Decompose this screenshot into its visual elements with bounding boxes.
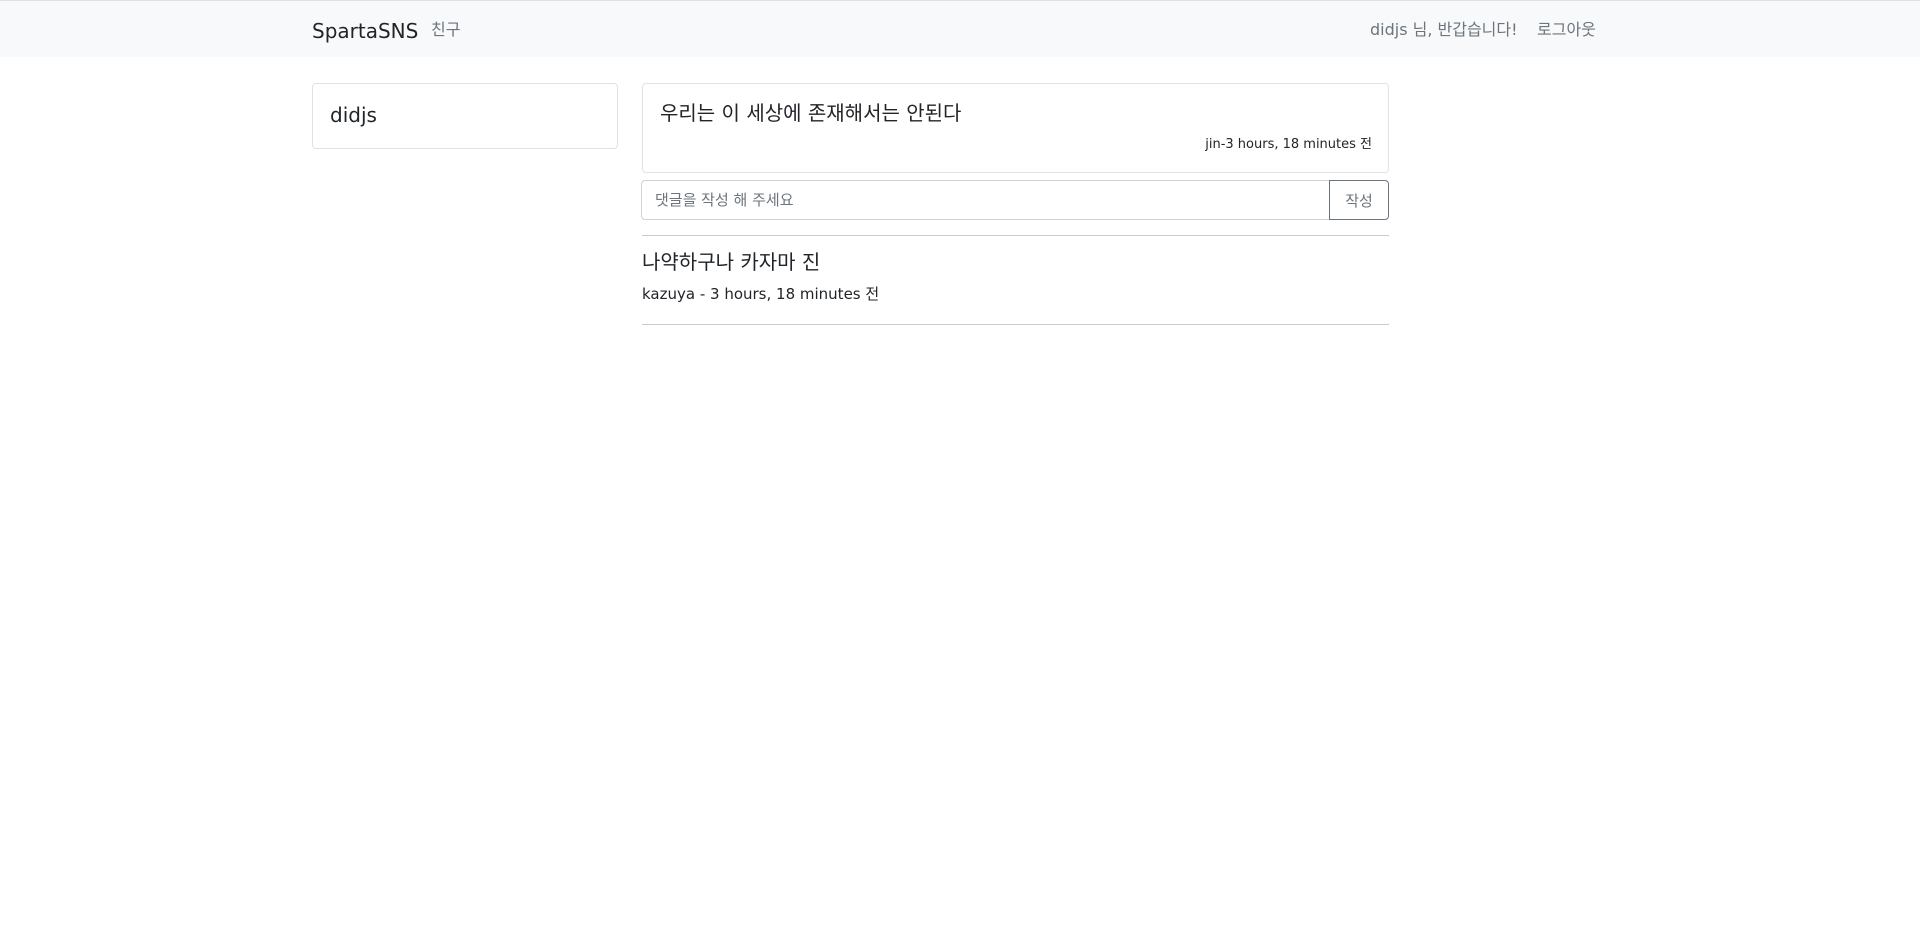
post-meta: jin-3 hours, 18 minutes 전 [1205,137,1372,152]
divider [642,324,1389,325]
user-greeting: didjs 님, 반갑습니다! [1370,20,1518,39]
comment-meta: kazuya - 3 hours, 18 minutes 전 [642,285,880,303]
comment-item: 나약하구나 카자마 진 kazuya - 3 hours, 18 minutes… [642,249,1389,313]
profile-username: didjs [330,103,377,127]
brand-link[interactable]: SpartaSNS [312,19,418,43]
comment-text: 나약하구나 카자마 진 [642,250,821,274]
divider [642,235,1389,236]
profile-card: didjs [312,83,618,149]
logout-link[interactable]: 로그아웃 [1537,20,1596,40]
friends-link[interactable]: 친구 [431,20,460,40]
post-card: 우리는 이 세상에 존재해서는 안된다 jin-3 hours, 18 minu… [642,83,1389,173]
comment-input[interactable] [641,180,1330,220]
comment-form: 작성 [641,180,1389,220]
comment-submit-button[interactable]: 작성 [1329,180,1389,220]
top-navbar: SpartaSNS 친구 didjs 님, 반갑습니다! 로그아웃 [0,0,1920,57]
post-content: 우리는 이 세상에 존재해서는 안된다 [660,101,962,125]
